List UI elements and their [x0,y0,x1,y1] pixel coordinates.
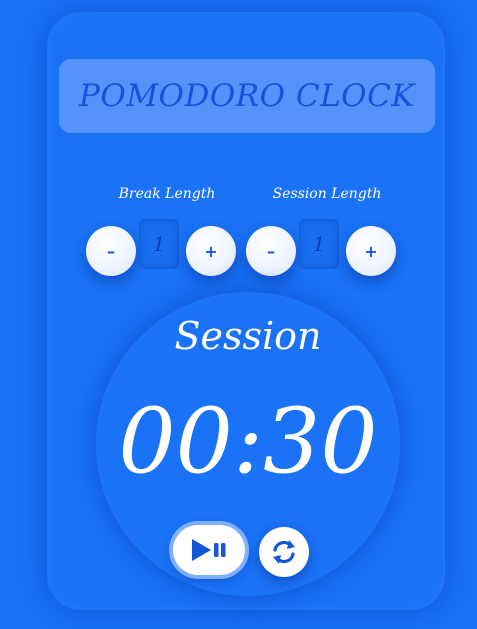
break-length-value: 1 [139,219,179,269]
play-pause-button[interactable] [173,525,245,575]
timer-display: 00:30 [118,389,378,494]
refresh-icon [273,540,295,564]
break-increment-button[interactable]: + [186,226,236,276]
timer-mode-label: Session [174,314,322,358]
app-background: POMODORO CLOCK Break Length – 1 + Sessio… [0,0,477,629]
reset-button[interactable] [259,527,309,577]
session-length-label: Session Length [272,186,382,202]
break-length-label: Break Length [118,186,216,202]
session-length-value: 1 [299,219,339,269]
play-pause-icon [192,539,226,561]
title-banner: POMODORO CLOCK [59,59,435,133]
session-decrement-button[interactable]: – [246,226,296,276]
app-title: POMODORO CLOCK [79,78,415,114]
session-increment-button[interactable]: + [346,226,396,276]
break-decrement-button[interactable]: – [86,226,136,276]
